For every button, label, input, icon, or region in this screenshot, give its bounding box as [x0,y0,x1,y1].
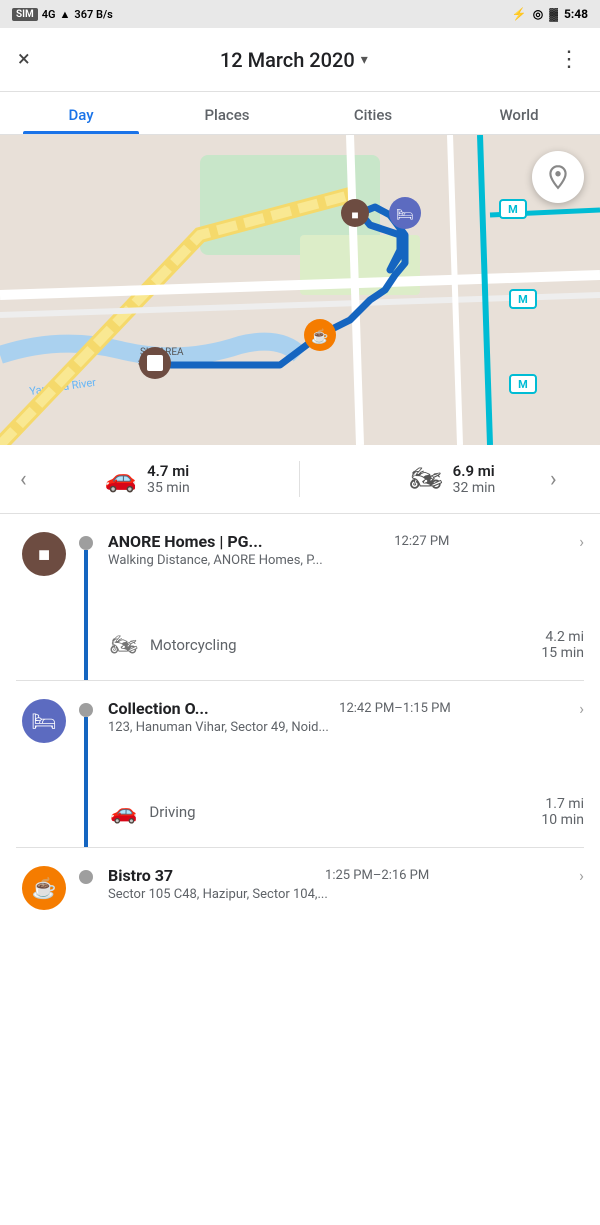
entry-1-line [84,550,88,610]
tab-cities[interactable]: Cities [300,92,446,134]
entry-3-place-icon: ☕ [22,866,66,910]
entry-2-chevron[interactable]: › [579,699,584,718]
entry-3-address: Sector 105 C48, Hazipur, Sector 104,... [108,887,584,902]
svg-text:M: M [518,293,528,306]
status-bar-right: ⚡ ◎ ▓ 5:48 [512,7,588,21]
transport-bar: ‹ 🚗 4.7 mi 35 min 🏍 6.9 mi 32 min › [0,445,600,514]
signal-bars: 4G [42,8,56,21]
entry-1-line-area [72,514,100,610]
entry-2-dot [79,703,93,717]
driving-label: Driving [149,803,529,821]
driving-icon: 🚗 [110,800,137,825]
clock: 5:48 [564,7,588,21]
entry-1-address: Walking Distance, ANORE Homes, P... [108,553,584,568]
transport-prev-button[interactable]: ‹ [20,467,50,492]
car-transport-option[interactable]: 🚗 4.7 mi 35 min [105,462,190,496]
entry-2-place-icon: 🛏 [22,699,66,743]
entry-2-name: Collection O... [108,699,209,718]
carrier-label: SIM [12,8,38,21]
entry-1-chevron[interactable]: › [579,532,584,551]
header-title: 12 March 2020 ▾ [220,48,368,72]
my-location-button[interactable] [532,151,584,203]
entry-3-icon-area: ☕ [0,848,72,910]
entry-2-line-area [72,681,100,777]
transport-next-button[interactable]: › [550,467,580,492]
driving-duration: 10 min [541,812,584,828]
entry-3-content[interactable]: Bistro 37 1:25 PM–2:16 PM › Sector 105 C… [100,848,600,910]
car-time: 35 min [147,480,190,496]
tab-places[interactable]: Places [154,92,300,134]
entry-3-line-area [72,848,100,910]
car-icon: 🚗 [105,464,137,494]
tab-world[interactable]: World [446,92,592,134]
motorcycling-label: Motorcycling [150,636,529,654]
entry-1-icon-area: ■ [0,514,72,610]
motorcycle-distance: 6.9 mi [453,462,496,480]
svg-text:M: M [508,203,518,216]
data-speed: 367 B/s [74,8,112,21]
driving-distance: 1.7 mi [545,796,584,812]
entry-2-time: 12:42 PM–1:15 PM [339,701,451,716]
status-bar-left: SIM 4G ▲ 367 B/s [12,8,113,21]
entry-1-time: 12:27 PM [394,534,449,549]
date-dropdown-arrow[interactable]: ▾ [361,52,368,68]
map-view[interactable]: Yamuna River M M M SUBAREA सुबरा ☕ 🛏 [0,135,600,445]
entry-3-dot [79,870,93,884]
status-bar: SIM 4G ▲ 367 B/s ⚡ ◎ ▓ 5:48 [0,0,600,28]
motorcycling-icon: 🏍 [110,633,138,658]
travel-segment-1: 🏍 Motorcycling 4.2 mi 15 min [0,610,600,680]
header: × 12 March 2020 ▾ ⋮ [0,28,600,92]
entry-1-dot [79,536,93,550]
entry-2-content[interactable]: Collection O... 12:42 PM–1:15 PM › 123, … [100,681,600,777]
bluetooth-icon: ⚡ [512,7,527,21]
entry-1-name: ANORE Homes | PG... [108,532,262,551]
svg-text:☕: ☕ [311,327,328,345]
entry-3-time: 1:25 PM–2:16 PM [325,868,429,883]
entry-3-name: Bistro 37 [108,866,173,885]
motorcycle-time: 32 min [453,480,496,496]
entry-1-content[interactable]: ANORE Homes | PG... 12:27 PM › Walking D… [100,514,600,610]
motorcycle-icon: 🏍 [410,464,443,494]
transport-options: 🚗 4.7 mi 35 min 🏍 6.9 mi 32 min [50,461,550,497]
battery-icon: ▓ [549,7,558,21]
svg-text:🛏: 🛏 [396,207,414,223]
motorcycling-distance: 4.2 mi [545,629,584,645]
location-icon: ◎ [533,7,543,21]
svg-text:M: M [518,378,528,391]
timeline: ■ ANORE Homes | PG... 12:27 PM › Walking… [0,514,600,910]
travel-segment-2: 🚗 Driving 1.7 mi 10 min [0,777,600,847]
travel-1-line [84,610,88,680]
date-label: 12 March 2020 [220,48,355,72]
travel-2-line [84,777,88,847]
more-options-button[interactable]: ⋮ [558,47,582,72]
entry-1-place-icon: ■ [22,532,66,576]
entry-2-address: 123, Hanuman Vihar, Sector 49, Noid... [108,720,584,735]
wifi-icon: ▲ [60,8,71,21]
entry-3-chevron[interactable]: › [579,866,584,885]
timeline-entry-1: ■ ANORE Homes | PG... 12:27 PM › Walking… [0,514,600,610]
tab-day[interactable]: Day [8,92,154,134]
entry-2-line [84,717,88,777]
entry-2-icon-area: 🛏 [0,681,72,777]
timeline-entry-2: 🛏 Collection O... 12:42 PM–1:15 PM › 123… [0,681,600,777]
svg-text:■: ■ [351,208,358,222]
timeline-entry-3: ☕ Bistro 37 1:25 PM–2:16 PM › Sector 105… [0,848,600,910]
close-button[interactable]: × [18,47,30,72]
motorcycle-transport-option[interactable]: 🏍 6.9 mi 32 min [410,462,496,496]
motorcycling-duration: 15 min [541,645,584,661]
tabs-bar: Day Places Cities World [0,92,600,135]
car-distance: 4.7 mi [147,462,190,480]
transport-divider [299,461,300,497]
